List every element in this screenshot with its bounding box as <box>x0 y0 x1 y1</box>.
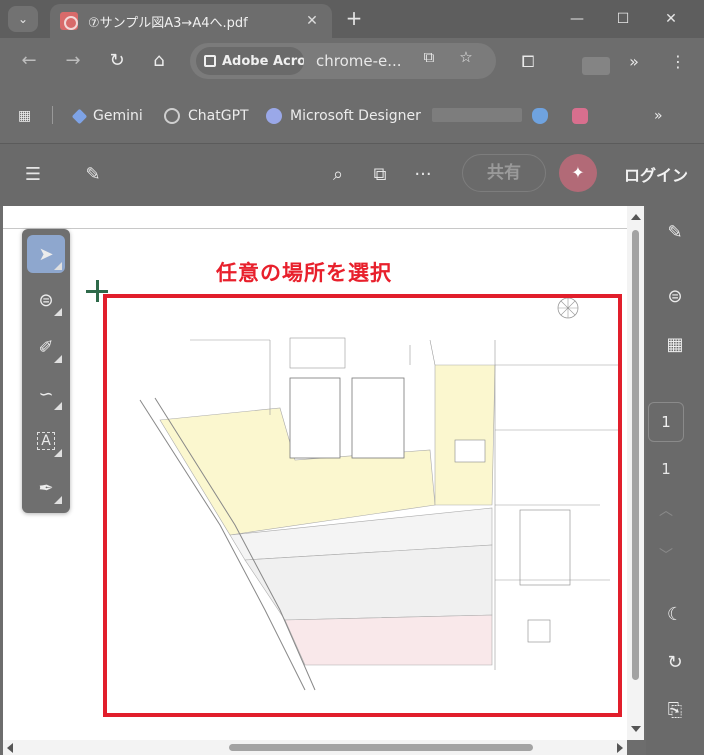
bookmark-gemini[interactable]: Gemini <box>71 104 143 128</box>
login-button[interactable]: ログイン <box>624 162 688 186</box>
extension-icon <box>204 55 216 67</box>
pen-icon: ✒ <box>38 477 54 499</box>
close-window-button[interactable]: ✕ <box>656 8 686 30</box>
designer-icon <box>266 108 282 124</box>
chevron-double-right-icon: » <box>654 108 663 124</box>
browser-toolbar: ← → ↻ ⌂ Adobe Acro chrome-e... ⧉ ☆ ⧠ » ⋮ <box>0 38 704 84</box>
bookmark-label: Microsoft Designer <box>290 108 421 124</box>
gemini-icon <box>71 108 88 124</box>
more-extensions-icon[interactable]: » <box>622 50 646 74</box>
bookmark-star-icon[interactable]: ☆ <box>455 46 477 68</box>
comment-icon: ⊜ <box>38 289 54 311</box>
thumbnails-grid-icon[interactable]: ▦ <box>658 328 692 362</box>
hamburger-menu-icon[interactable]: ☰ <box>20 162 46 188</box>
freehand-icon: ∽ <box>38 383 54 405</box>
url-text: chrome-e... <box>316 52 402 70</box>
dark-mode-icon[interactable]: ☾ <box>658 598 692 632</box>
browser-tab[interactable]: ⑦サンプル図A3→A4へ.pdf ✕ <box>50 4 332 38</box>
instagram-icon <box>572 108 588 124</box>
ai-summary-icon[interactable]: ✎ <box>658 216 692 250</box>
comments-panel-icon[interactable]: ⊜ <box>658 280 692 314</box>
new-tab-button[interactable]: + <box>342 7 366 31</box>
page-total: 1 <box>661 460 671 478</box>
minimize-button[interactable]: — <box>562 8 592 30</box>
back-button[interactable]: ← <box>16 48 42 74</box>
ai-create-icon[interactable]: ✎ <box>80 162 106 188</box>
comment-tool[interactable]: ⊜ <box>27 281 65 319</box>
acrobat-toolbar: ☰ ✎ ⌕ ⧉ ··· <box>0 144 704 206</box>
previous-page-icon[interactable]: ︿ <box>656 500 676 520</box>
site-info-chip[interactable]: Adobe Acro <box>196 47 304 75</box>
bookmarks-divider <box>52 106 53 124</box>
highlight-tool[interactable]: ✐ <box>27 328 65 366</box>
selection-rectangle <box>103 294 622 717</box>
cursor-arrow-icon: ➤ <box>38 243 54 265</box>
search-icon[interactable]: ⌕ <box>325 162 351 188</box>
instruction-annotation: 任意の場所を選択 <box>216 261 392 285</box>
address-bar[interactable]: Adobe Acro chrome-e... <box>190 43 496 79</box>
page-edge-line <box>3 228 627 229</box>
forward-button[interactable]: → <box>60 48 86 74</box>
next-page-icon[interactable]: ﹀ <box>656 545 676 565</box>
grid-icon: ▦ <box>18 108 32 124</box>
home-button[interactable]: ⌂ <box>146 48 172 74</box>
reload-button[interactable]: ↻ <box>104 48 130 74</box>
ai-assistant-button[interactable]: ✦ <box>559 154 597 192</box>
more-bookmarks-icon[interactable]: » <box>654 104 663 128</box>
more-options-icon[interactable]: ··· <box>410 162 436 188</box>
vertical-scroll-thumb[interactable] <box>632 230 639 680</box>
site-chip-label: Adobe Acro <box>222 53 304 69</box>
current-page-input[interactable]: 1 <box>648 402 684 442</box>
scroll-down-icon[interactable] <box>631 726 641 732</box>
browser-menu-icon[interactable]: ⋮ <box>666 50 690 74</box>
bookmark-label: ChatGPT <box>188 108 249 124</box>
tool-palette: ➤ ⊜ ✐ ∽ A ✒ <box>22 229 70 513</box>
profile-avatar[interactable] <box>582 57 610 75</box>
tab-title: ⑦サンプル図A3→A4へ.pdf <box>88 15 248 31</box>
text-tool[interactable]: A <box>27 422 65 460</box>
bookmark-chatgpt[interactable]: ChatGPT <box>164 104 249 128</box>
scroll-left-icon[interactable] <box>7 743 13 753</box>
rotate-icon[interactable]: ↻ <box>658 646 692 680</box>
scroll-right-icon[interactable] <box>617 743 623 753</box>
bookmark-microsoft-designer[interactable]: Microsoft Designer <box>266 104 421 128</box>
horizontal-scroll-thumb[interactable] <box>229 744 533 751</box>
pdf-icon <box>60 12 78 30</box>
text-box-icon: A <box>37 432 55 450</box>
maximize-button[interactable]: ☐ <box>608 8 638 30</box>
extensions-icon[interactable]: ⧠ <box>516 50 540 74</box>
bookmarks-bar: ▦ Gemini ChatGPT Microsoft Designer » <box>0 84 704 144</box>
horizontal-scrollbar[interactable] <box>3 740 627 755</box>
bookmark-label: Gemini <box>93 108 143 124</box>
bookmark-instagram[interactable] <box>572 104 596 128</box>
butterfly-icon <box>532 108 548 124</box>
translate-icon[interactable]: ⧉ <box>418 46 440 68</box>
blurred-bookmark[interactable] <box>432 108 522 122</box>
tab-search-button[interactable]: ⌄ <box>8 6 38 32</box>
share-button[interactable]: 共有 <box>462 154 546 192</box>
right-rail: ✎ ⊜ ▦ ☾ ↻ ⎘ <box>646 206 704 755</box>
apps-icon[interactable]: ▦ <box>18 104 31 128</box>
highlighter-icon: ✐ <box>38 336 54 358</box>
tab-strip: ⌄ ⑦サンプル図A3→A4へ.pdf ✕ + — ☐ ✕ <box>0 0 704 38</box>
bookmark-bluesky[interactable] <box>532 104 556 128</box>
document-properties-icon[interactable]: ⎘ <box>658 694 692 728</box>
page-thumbnails-icon[interactable]: ⧉ <box>367 162 393 188</box>
close-tab-icon[interactable]: ✕ <box>302 13 322 29</box>
scroll-up-icon[interactable] <box>631 214 641 220</box>
draw-tool[interactable]: ∽ <box>27 375 65 413</box>
chevron-down-icon: ⌄ <box>17 12 29 26</box>
select-tool[interactable]: ➤ <box>27 235 65 273</box>
chatgpt-icon <box>164 108 180 124</box>
sign-tool[interactable]: ✒ <box>27 469 65 507</box>
